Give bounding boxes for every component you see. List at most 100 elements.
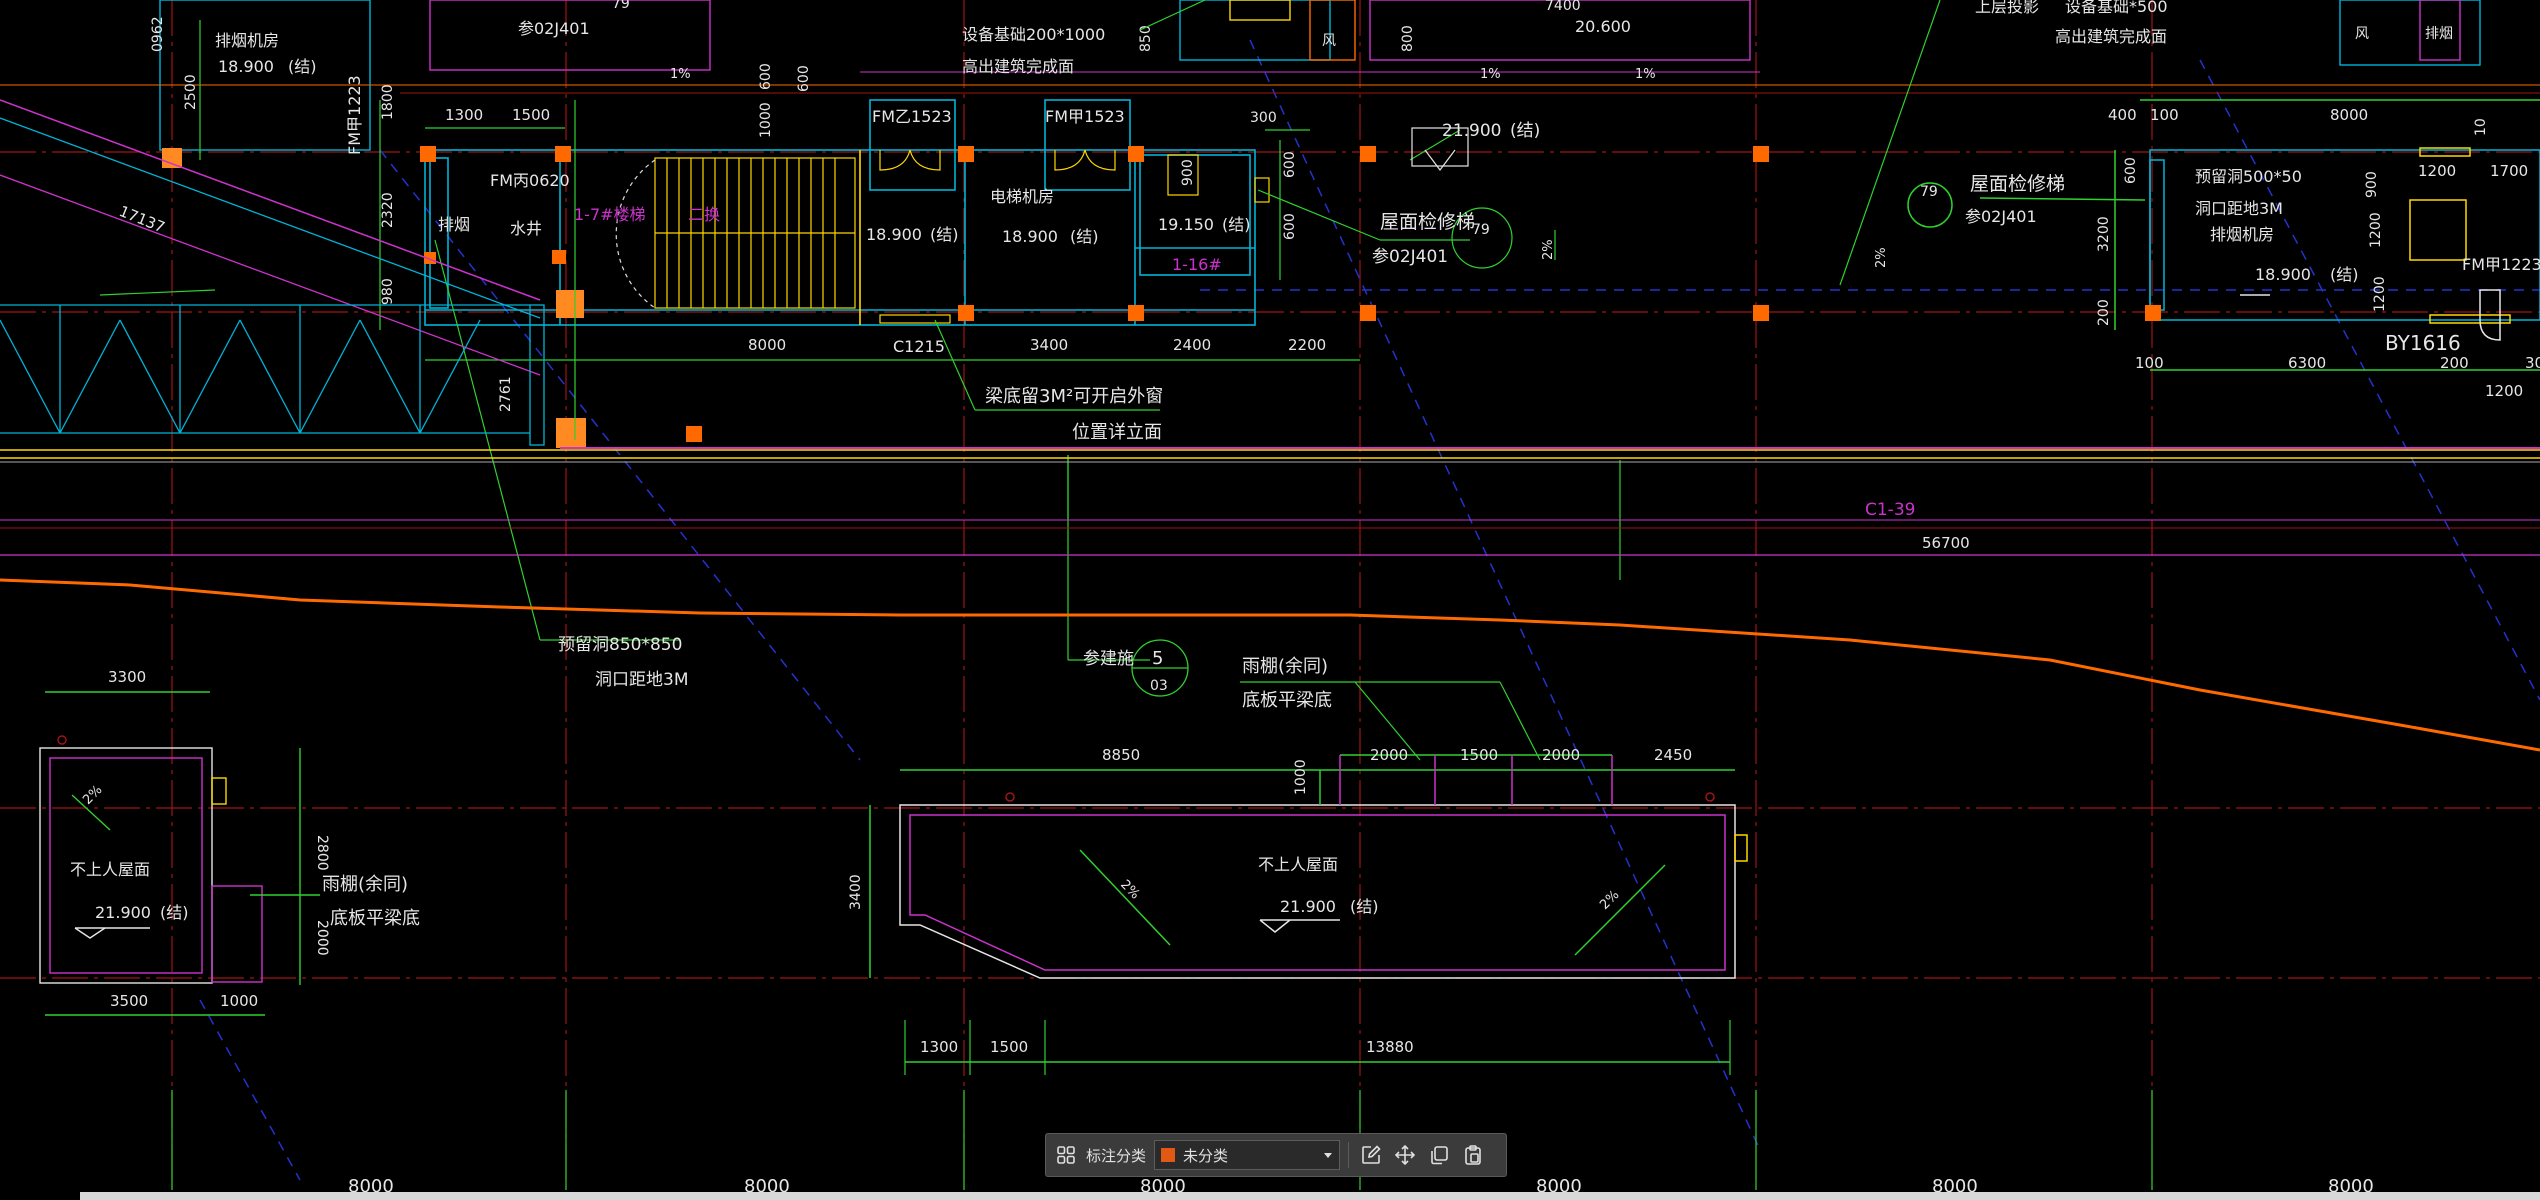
br-label: 不上人屋面 (1258, 855, 1338, 874)
tl-smoke-room: 排烟机房 (215, 31, 279, 50)
truss (0, 304, 545, 446)
stair-tag: 二换 (688, 205, 720, 224)
br-d1500: 1500 (1460, 746, 1498, 764)
ladder-texts: 21.900 (结) 屋面检修梯 79 参02J401 2% 2% (1372, 121, 1889, 268)
fm-1523-a: FM乙1523 (872, 107, 952, 126)
rr-d100: 100 (2150, 106, 2179, 124)
equip-note-4: 高出建筑完成面 (2055, 27, 2167, 46)
big-roof-texts: 8850 2000 1500 2000 2450 1000 3400 不上人屋面… (848, 746, 1692, 1056)
grid-icon[interactable] (1052, 1141, 1080, 1169)
rr-d600: 600 (2123, 157, 2139, 184)
d600a: 600 (1282, 151, 1298, 178)
ladder-el-tag: (结) (1510, 121, 1540, 141)
axis-grid (0, 0, 2540, 1190)
top-strip (0, 0, 2540, 151)
el-18900-b-tag: (结) (1070, 227, 1099, 246)
lsr-canopy-1: 雨棚(余同) (322, 874, 408, 895)
tl-el: 18.900 (218, 57, 274, 76)
smoke-r: 排烟 (2425, 26, 2453, 42)
db-3400: 3400 (1030, 336, 1068, 354)
window-c1215: C1215 (893, 337, 945, 356)
edit-icon[interactable] (1357, 1141, 1385, 1169)
rr-db-30: 30 (2525, 354, 2540, 372)
rr-el-tag: (结) (2330, 265, 2359, 284)
category-select[interactable]: 未分类 (1154, 1140, 1341, 1170)
rr-d200: 200 (2096, 299, 2112, 326)
d1500: 1500 (512, 106, 550, 124)
rr-d1200-c: 1200 (2372, 276, 2388, 312)
chevron-down-icon (1323, 1146, 1333, 1164)
d-7400: 7400 (1545, 0, 1581, 14)
lsr-d3300: 3300 (108, 668, 146, 686)
stair-block (424, 99, 1256, 326)
br-d3400: 3400 (848, 874, 864, 910)
wind-r: 风 (2355, 26, 2369, 42)
br-slope-l: 2% (1117, 877, 1142, 902)
br-slope-r: 2% (1597, 888, 1622, 913)
rr-d1200-a: 1200 (2418, 162, 2456, 180)
equip-note-3: 设备基础*500 (2065, 0, 2168, 16)
el-19150: 19.150 (1158, 215, 1214, 234)
line-labels: C1-39 56700 17137 (117, 202, 1970, 552)
br-d2000-b: 2000 (1542, 746, 1580, 764)
db-8000: 8000 (748, 336, 786, 354)
d1000: 1000 (758, 102, 774, 138)
canopy-top-1: 雨棚(余同) (1242, 656, 1328, 677)
rr-db-200: 200 (2440, 354, 2469, 372)
upper-proj: 上层投影 (1975, 0, 2039, 16)
rr-hole-2: 洞口距地3M (2195, 199, 2283, 218)
rr-d400: 400 (2108, 106, 2137, 124)
dimension-lines (99, 0, 1941, 661)
br-d8850: 8850 (1102, 746, 1140, 764)
pct-3: 1% (1635, 67, 1656, 82)
rr-d1700: 1700 (2490, 162, 2528, 180)
rr-ref-code: 参02J401 (1965, 207, 2037, 226)
copy-icon[interactable] (1425, 1141, 1453, 1169)
left-small-roof (39, 691, 320, 1016)
paste-icon[interactable] (1459, 1141, 1487, 1169)
hole-note: 预留洞850*850 洞口距地3M 参建施 5 03 雨棚(余同) 底板平梁底 (558, 635, 1332, 711)
lsr-d1000: 1000 (220, 992, 258, 1010)
stair-label: 1-7#楼梯 (574, 205, 646, 224)
rr-ref-num: 79 (1920, 184, 1938, 200)
window-note-2: 位置详立面 (1072, 422, 1162, 443)
br-db-1300: 1300 (920, 1038, 958, 1056)
cad-drawing-canvas[interactable]: 排烟机房 18.900 (结) FM甲1223 2500 1800 2320 9… (0, 0, 2540, 1200)
move-icon[interactable] (1391, 1141, 1419, 1169)
tl-2320: 2320 (380, 192, 396, 228)
db-2400: 2400 (1173, 336, 1211, 354)
rr-d3200: 3200 (2096, 216, 2112, 252)
d600: 600 (796, 65, 812, 92)
ladder-slope: 2% (1541, 239, 1556, 260)
el-18900-a-tag: (结) (930, 225, 959, 244)
ref-79-top: 79 (612, 0, 630, 12)
br-d2000-a: 2000 (1370, 746, 1408, 764)
lsr-canopy-2: 底板平梁底 (330, 908, 420, 929)
ladder-ref-num: 79 (1472, 222, 1490, 238)
lsr-slope: 2% (80, 783, 105, 808)
window-note-1: 梁底留3M²可开启外窗 (985, 386, 1163, 407)
d56700-label: 56700 (1922, 534, 1970, 552)
rr-smoke-room: 排烟机房 (2210, 225, 2274, 244)
water-well: 水井 (510, 219, 542, 238)
el-20600: 20.600 (1575, 17, 1631, 36)
d17137-label: 17137 (117, 202, 168, 237)
tl-el-tag: (结) (288, 57, 317, 76)
left-small-roof-texts: 3300 2% 不上人屋面 21.900 (结) 2800 2000 3500 … (70, 668, 420, 1010)
fm-0620: FM丙0620 (490, 171, 570, 190)
fm-1523-b: FM甲1523 (1045, 107, 1125, 126)
db-2200: 2200 (1288, 336, 1326, 354)
ladder-slope-2: 2% (1874, 247, 1889, 268)
d1300: 1300 (445, 106, 483, 124)
lsr-el: 21.900 (95, 903, 151, 922)
equip-note-2: 高出建筑完成面 (962, 57, 1074, 76)
annotation-category-toolbar: 标注分类 未分类 (1045, 1133, 1507, 1177)
tl-1800: 1800 (380, 84, 396, 120)
el-18900-b: 18.900 (1002, 227, 1058, 246)
rr-el: 18.900 (2255, 265, 2311, 284)
ladder-label: 屋面检修梯 (1380, 211, 1475, 233)
ladder-el: 21.900 (1442, 121, 1501, 141)
lsr-el-tag: (结) (160, 903, 189, 922)
horizontal-scrollbar[interactable] (80, 1192, 2540, 1200)
lsr-d2000: 2000 (314, 920, 330, 956)
